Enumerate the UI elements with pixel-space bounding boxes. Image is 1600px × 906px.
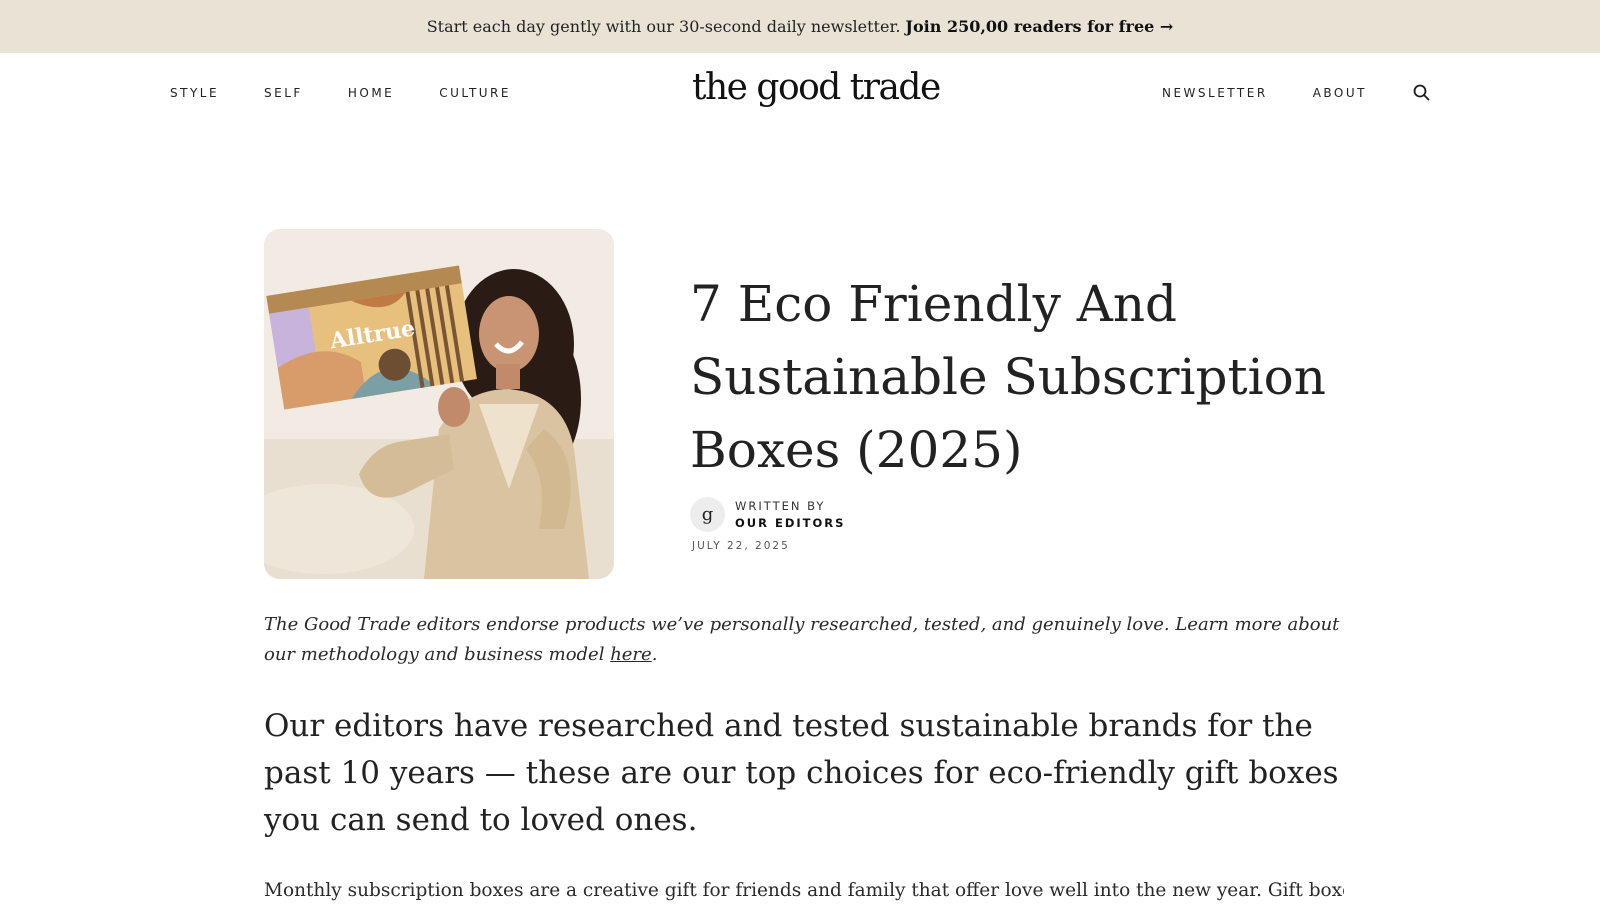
nav-link-style[interactable]: STYLE (170, 86, 219, 100)
publish-date: JULY 22, 2025 (692, 540, 790, 552)
nav-link-self[interactable]: SELF (264, 86, 303, 100)
nav-link-about[interactable]: ABOUT (1313, 86, 1367, 100)
methodology-link[interactable]: here (610, 644, 652, 665)
site-logo[interactable]: the good trade (692, 67, 941, 108)
article-title: 7 Eco Friendly And Sustainable Subscript… (690, 275, 1326, 479)
disclosure-suffix: . (651, 644, 658, 665)
written-by-label: WRITTEN BY (735, 498, 826, 513)
article-lede: Our editors have researched and tested s… (264, 708, 1339, 838)
secondary-nav: NEWSLETTER ABOUT (1162, 53, 1432, 133)
promo-cta-link[interactable]: Join 250,00 readers for free → (905, 17, 1173, 36)
nav-link-newsletter[interactable]: NEWSLETTER (1162, 86, 1268, 100)
nav-link-home[interactable]: HOME (348, 86, 394, 100)
author-meta: WRITTEN BY OUR EDITORS (735, 498, 845, 532)
article-body-paragraph: Monthly subscription boxes are a creativ… (264, 880, 1344, 901)
search-icon[interactable] (1412, 83, 1432, 103)
nav-link-culture[interactable]: CULTURE (439, 86, 511, 100)
promo-text: Start each day gently with our 30-second… (426, 17, 901, 36)
editorial-disclosure: The Good Trade editors endorse products … (264, 610, 1344, 670)
disclosure-text: The Good Trade editors endorse products … (264, 614, 1340, 665)
newsletter-promo-bar: Start each day gently with our 30-second… (0, 0, 1600, 53)
author-name-link[interactable]: OUR EDITORS (735, 515, 845, 532)
hero-image: Alltrue (264, 229, 614, 579)
site-header: STYLE SELF HOME CULTURE the good trade N… (0, 53, 1600, 133)
author-avatar[interactable]: g (690, 497, 725, 532)
primary-nav: STYLE SELF HOME CULTURE (170, 53, 556, 133)
subscription-box-photo: Alltrue (264, 229, 614, 579)
author-block: g WRITTEN BY OUR EDITORS (690, 497, 845, 532)
